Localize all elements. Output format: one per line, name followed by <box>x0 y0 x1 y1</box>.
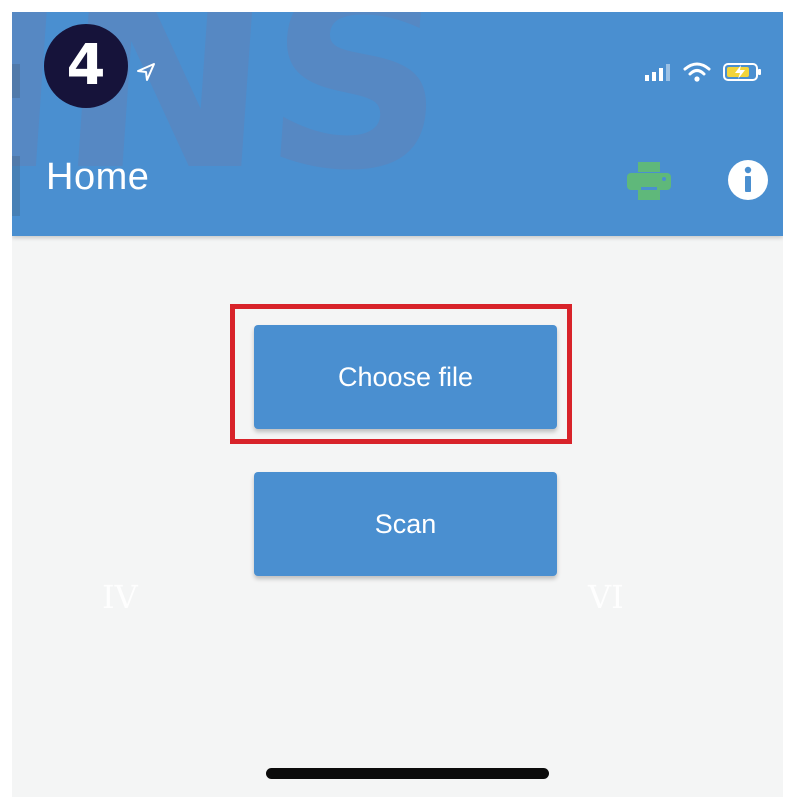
location-arrow-icon <box>137 63 155 81</box>
signal-bars-icon <box>645 64 670 81</box>
scan-mark <box>12 156 20 216</box>
roman-numeral-right: VI <box>588 578 624 616</box>
page-title: Home <box>46 156 150 198</box>
choose-file-button[interactable]: Choose file <box>254 325 557 429</box>
roman-numeral-left: IV <box>102 578 138 616</box>
app-bar: INS Home <box>12 12 783 236</box>
step-badge: 4 <box>44 24 128 108</box>
home-indicator[interactable] <box>266 768 549 779</box>
phone-screen: INS Home Choose file Scan IV VI <box>12 12 783 797</box>
status-bar-icons <box>645 60 763 84</box>
scan-button[interactable]: Scan <box>254 472 557 576</box>
info-icon[interactable] <box>727 159 769 201</box>
battery-charging-icon <box>723 63 761 81</box>
scan-mark <box>12 64 20 98</box>
wifi-icon <box>683 62 711 82</box>
printer-icon[interactable] <box>627 162 671 200</box>
